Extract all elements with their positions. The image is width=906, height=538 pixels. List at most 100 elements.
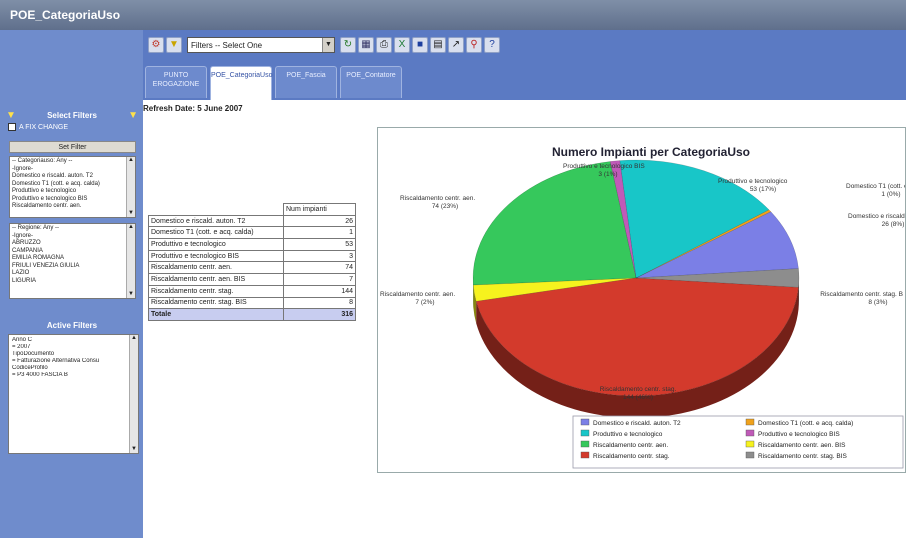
row-label: Domestico T1 (cott. e acq. calda) [148, 226, 284, 240]
table-row: Riscaldamento centr. aen. BIS 7 [148, 273, 356, 286]
zoom-icon[interactable]: ⚲ [466, 37, 482, 53]
row-label: Produttivo e tecnologico BIS [148, 249, 284, 263]
legend-swatch [580, 440, 590, 448]
data-table: Num impianti Domestico e riscald. auton.… [148, 203, 356, 321]
row-value: 7 [283, 273, 356, 286]
tab-punto-erogazione[interactable]: PUNTO EROGAZIONE [145, 66, 207, 98]
chevron-down-icon[interactable]: ▼ [322, 38, 334, 52]
legend-label: Produttivo e tecnologico [593, 431, 663, 438]
scrollbar[interactable] [126, 157, 135, 217]
row-value: 53 [283, 238, 356, 251]
checkbox-label: A FIX CHANGE [19, 123, 69, 131]
legend-swatch [745, 418, 755, 426]
filter-select[interactable]: Filters -- Select One ▼ [187, 37, 335, 53]
chart-title: Numero Impianti per CategoriaUso [552, 145, 750, 159]
regione-listbox[interactable]: -- Regione: Any -- -Ignore- ABRUZZO CAMP… [9, 223, 136, 299]
refresh-date: Refresh Date: 5 June 2007 [143, 104, 243, 113]
slice-value-label: 26 (8%) [882, 221, 905, 228]
row-label: Riscaldamento centr. stag. [148, 284, 284, 298]
legend-swatch [745, 429, 755, 437]
table-row: Domestico e riscald. auton. T2 26 [148, 214, 356, 228]
column-header: Num impianti [283, 203, 356, 216]
slice-label: Riscaldamento centr. aen. [400, 195, 475, 202]
list-item[interactable]: EMILIA ROMAGNA [12, 255, 123, 263]
list-item[interactable]: Produttivo e tecnologico BIS [12, 196, 123, 204]
active-filters-label: Active Filters [46, 320, 98, 330]
row-label: Domestico e riscald. auton. T2 [148, 214, 284, 228]
row-value: 26 [283, 214, 356, 228]
list-item[interactable]: -Ignore- [12, 166, 123, 174]
table-row: Riscaldamento centr. stag. BIS 8 [148, 296, 356, 310]
print-icon[interactable]: ⎙ [376, 37, 392, 53]
refresh-icon[interactable]: ↻ [340, 37, 356, 53]
legend-label: Riscaldamento centr. aen. [593, 442, 668, 449]
help-icon[interactable]: ? [484, 37, 500, 53]
filter-line: TipoDocumento [12, 351, 55, 357]
checkbox-box[interactable] [8, 123, 16, 131]
list-item[interactable]: LIGURIA [12, 278, 123, 286]
tab-poe-contatore[interactable]: POE_Contatore [340, 66, 402, 98]
list-item[interactable]: Produttivo e tecnologico [12, 188, 123, 196]
slice-value-label: 3 (1%) [598, 171, 617, 178]
list-item[interactable]: ABRUZZO [12, 240, 123, 248]
list-item[interactable]: Riscaldamento centr. aen. [12, 203, 123, 211]
legend-label: Domestico T1 (cott. e acq. calda) [758, 420, 853, 427]
row-value: 3 [283, 249, 356, 263]
set-filter-button[interactable]: Set Filter [9, 141, 136, 153]
table-row: Riscaldamento centr. aen. 74 [148, 261, 356, 275]
save-icon[interactable]: ■ [412, 37, 428, 53]
row-label: Riscaldamento centr. stag. BIS [148, 296, 284, 310]
report-tabs: PUNTO EROGAZIONE POE_CategoriaUso POE_Fa… [143, 66, 402, 100]
grid-icon[interactable]: ▤ [430, 37, 446, 53]
slice-label: Domestico T1 (cott. e acq. calda) [846, 183, 905, 190]
list-item[interactable]: Domestico e riscald. auton. T2 [12, 173, 123, 181]
scrollbar[interactable] [126, 224, 135, 298]
funnel-icon[interactable]: ▼ [166, 37, 182, 53]
list-item[interactable]: -Ignore- [12, 233, 123, 241]
list-item[interactable]: LAZIO [12, 270, 123, 278]
list-item[interactable]: CAMPANIA [12, 248, 123, 256]
slice-label: Riscaldamento centr. stag. B [820, 291, 903, 298]
list-item[interactable]: -- Regione: Any -- [12, 225, 123, 233]
excel-icon[interactable]: X [394, 37, 410, 53]
fix-change-checkbox[interactable]: A FIX CHANGE [8, 123, 68, 131]
legend-label: Riscaldamento centr. stag. [593, 453, 670, 460]
slice-value-label: 53 (17%) [750, 186, 776, 193]
slice-label: Domestico e riscald. auton. T2 [848, 213, 905, 220]
slice-label: Riscaldamento centr. aen. [380, 291, 455, 298]
legend-swatch [580, 418, 590, 426]
arrow-icon[interactable]: ↗ [448, 37, 464, 53]
tab-poe-categoriauso[interactable]: POE_CategoriaUso [210, 66, 272, 100]
tab-poe-fascia[interactable]: POE_Fascia [275, 66, 337, 98]
filter-select-value: Filters -- Select One [191, 40, 263, 50]
legend-swatch [745, 440, 755, 448]
slice-label: Produttivo e tecnologico BIS [563, 163, 645, 170]
slice-label: Riscaldamento centr. stag. [600, 386, 677, 393]
row-value: 74 [283, 261, 356, 275]
active-filters-header: Active Filters [6, 318, 138, 332]
slice-label: Produttivo e tecnologico [718, 178, 788, 185]
pie-chart: Numero Impianti per CategoriaUso Domestic… [380, 145, 906, 469]
categoria-listbox[interactable]: -- Categoriauso: Any -- -Ignore- Domesti… [9, 156, 136, 218]
row-label: Produttivo e tecnologico [148, 238, 284, 251]
list-item[interactable]: -- Categoriauso: Any -- [12, 158, 123, 166]
window-title: POE_CategoriaUso [0, 0, 906, 30]
select-filters-header: ▼ Select Filters ▼ [6, 108, 138, 122]
row-value: 1 [283, 226, 356, 240]
scrollbar[interactable] [129, 335, 138, 453]
legend-label: Produttivo e tecnologico BIS [758, 431, 840, 438]
slice-value-label: 8 (3%) [868, 299, 887, 306]
chart-icon[interactable]: ▦ [358, 37, 374, 53]
list-item[interactable]: FRIULI VENEZIA GIULIA [12, 263, 123, 271]
total-label: Totale [148, 308, 284, 321]
table-row: Riscaldamento centr. stag. 144 [148, 284, 356, 298]
table-row: Produttivo e tecnologico 53 [148, 238, 356, 251]
filter-line: = 2007 [12, 344, 31, 350]
gear-icon[interactable]: ⚙ [148, 37, 164, 53]
row-value: 144 [283, 284, 356, 298]
list-item[interactable]: Domestico T1 (cott. e acq. calda) [12, 181, 123, 189]
pie-slice [472, 161, 637, 286]
select-filters-label: Select Filters [47, 110, 97, 120]
filter-line: CodiceProfilo [12, 365, 48, 371]
legend-swatch [580, 451, 590, 459]
